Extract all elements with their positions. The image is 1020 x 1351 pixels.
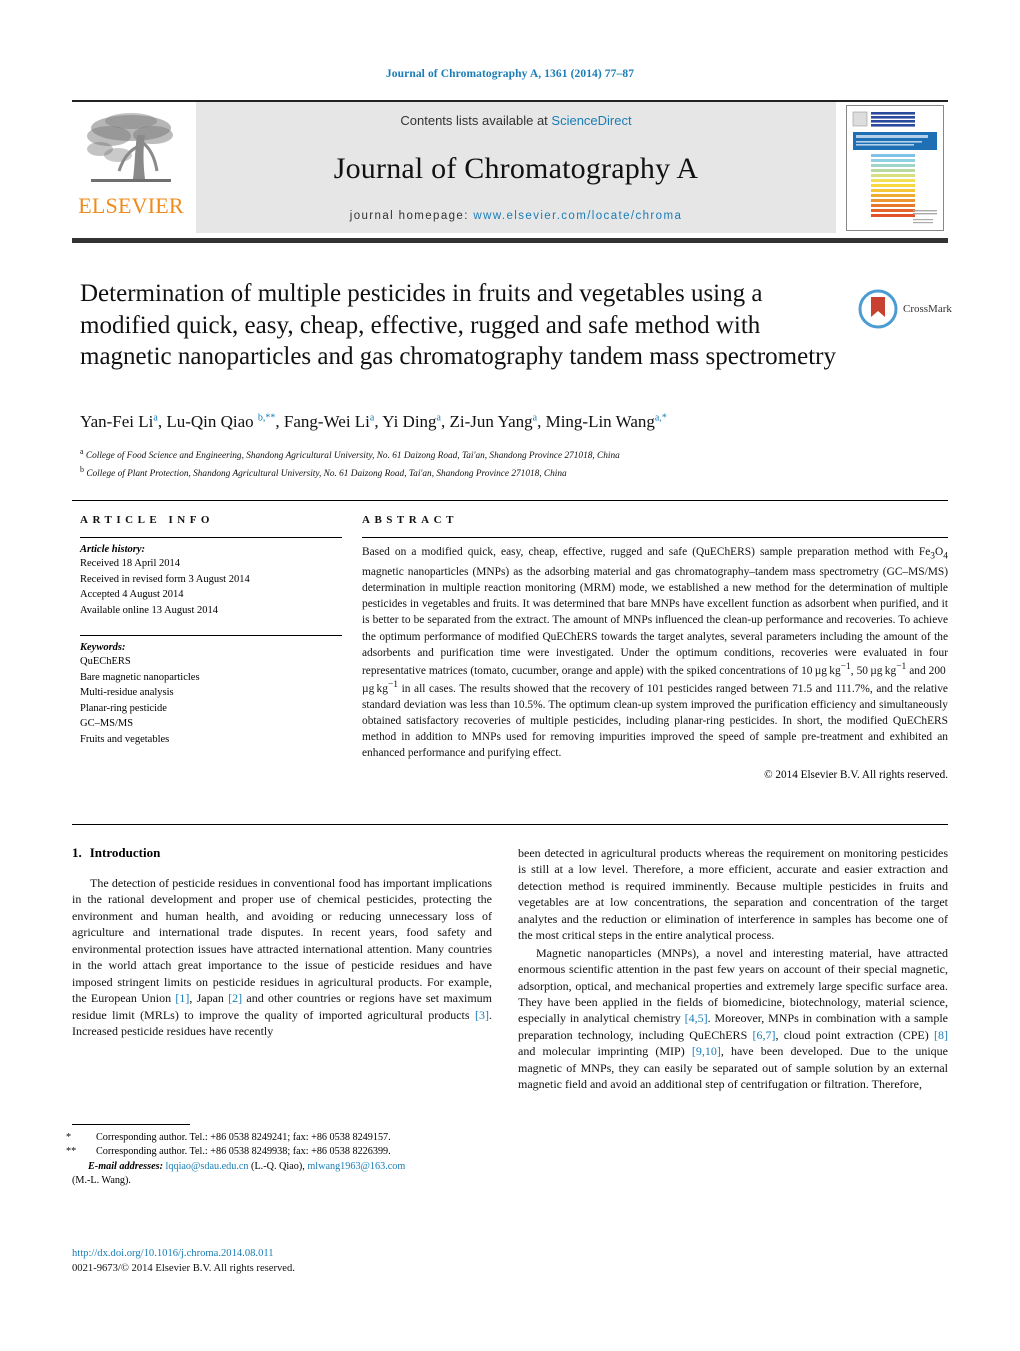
footnote-corresponding-2: ** Corresponding author. Tel.: +86 0538 8… xyxy=(66,1145,492,1159)
article-history-list: Received 18 April 2014 Received in revis… xyxy=(80,556,342,618)
paragraph: The detection of pesticide residues in c… xyxy=(72,876,493,1038)
affiliation-mark-a: a xyxy=(80,447,84,456)
history-item: Accepted 4 August 2014 xyxy=(80,589,184,601)
running-head: Journal of Chromatography A, 1361 (2014)… xyxy=(385,68,635,80)
info-top-rule xyxy=(72,500,948,501)
abstract-bottom-rule xyxy=(72,824,948,825)
issn-copyright-line: 0021-9673/© 2014 Elsevier B.V. All right… xyxy=(72,1263,295,1275)
history-item: Available online 13 August 2014 xyxy=(80,604,219,616)
affiliation-text-a: College of Food Science and Engineering,… xyxy=(85,451,620,462)
footnote-text: Corresponding author. Tel.: +86 0538 824… xyxy=(96,1146,391,1158)
section-title-text: Introduction xyxy=(89,845,161,860)
footnote-emails: E-mail addresses: lqqiao@sdau.edu.cn (L.… xyxy=(88,1160,492,1174)
email-link-2[interactable]: mlwang1963@163.com xyxy=(307,1161,405,1172)
section-number: 1. xyxy=(72,845,82,860)
affiliation-list: a College of Food Science and Engineerin… xyxy=(80,446,940,482)
abstract-section: ABSTRACT Based on a modified quick, easy… xyxy=(362,514,948,781)
paragraph: been detected in agricultural products w… xyxy=(518,846,948,943)
footnote-email-owner-2: (M.-L. Wang). xyxy=(72,1175,131,1187)
abstract-heading: ABSTRACT xyxy=(362,514,458,526)
email-owner-1: (L.-Q. Qiao), xyxy=(251,1160,305,1172)
masthead-bottom-rule xyxy=(72,238,948,243)
footnote-mark: * xyxy=(66,1132,72,1143)
history-item: Received in revised form 3 August 2014 xyxy=(80,573,250,585)
elsevier-wordmark: ELSEVIER xyxy=(78,193,184,218)
doi-link[interactable]: http://dx.doi.org/10.1016/j.chroma.2014.… xyxy=(72,1246,532,1261)
affiliation-b: b College of Plant Protection, Shandong … xyxy=(80,464,940,482)
keywords-label: Keywords: xyxy=(80,642,126,654)
history-item: Received 18 April 2014 xyxy=(80,558,181,569)
keyword-item: QuEChERS xyxy=(80,656,131,668)
crossmark-label: CrossMark xyxy=(903,303,952,315)
homepage-prefix: journal homepage: xyxy=(349,210,469,222)
abstract-divider xyxy=(362,537,948,538)
journal-cover-cell xyxy=(842,102,948,233)
abstract-body: Based on a modified quick, easy, cheap, … xyxy=(362,546,948,760)
keyword-item: Fruits and vegetables xyxy=(80,733,170,745)
article-info-divider xyxy=(80,537,342,538)
affiliation-a: a College of Food Science and Engineerin… xyxy=(80,446,940,464)
keywords-divider xyxy=(80,635,342,637)
masthead-center: Contents lists available at ScienceDirec… xyxy=(196,102,836,233)
footnote-text: Corresponding author. Tel.: +86 0538 824… xyxy=(96,1132,391,1143)
title-block: Determination of multiple pesticides in … xyxy=(80,278,840,373)
keyword-item: GC–MS/MS xyxy=(80,718,134,730)
keywords-list: QuEChERS Bare magnetic nanoparticles Mul… xyxy=(80,654,342,747)
elsevier-tree-icon xyxy=(87,113,173,182)
article-info-heading: ARTICLE INFO xyxy=(80,514,214,526)
email-label: E-mail addresses: xyxy=(88,1160,163,1172)
body-column-right: been detected in agricultural products w… xyxy=(518,845,948,1093)
keyword-item: Bare magnetic nanoparticles xyxy=(80,671,200,683)
crossmark-badge[interactable]: CrossMark xyxy=(858,287,958,331)
abstract-copyright: © 2014 Elsevier B.V. All rights reserved… xyxy=(764,768,948,781)
journal-masthead: ELSEVIER Contents lists available at Sci… xyxy=(72,100,948,233)
paragraph: Magnetic nanoparticles (MNPs), a novel a… xyxy=(518,945,948,1092)
affiliation-mark-b: b xyxy=(80,465,84,475)
homepage-url-link[interactable]: www.elsevier.com/locate/chroma xyxy=(473,210,682,222)
sciencedirect-link[interactable]: ScienceDirect xyxy=(551,113,631,128)
elsevier-logo: ELSEVIER xyxy=(72,102,190,233)
contents-list-line: Contents lists available at ScienceDirec… xyxy=(400,113,631,128)
footnote-block: * Corresponding author. Tel.: +86 0538 82… xyxy=(66,1124,492,1189)
footnote-mark: ** xyxy=(66,1146,77,1158)
paper-page: Journal of Chromatography A, 1361 (2014)… xyxy=(0,0,1020,1351)
journal-title: Journal of Chromatography A xyxy=(333,152,699,185)
article-info-section: ARTICLE INFO Article history: Received 1… xyxy=(80,514,342,747)
crossmark-icon xyxy=(858,289,898,329)
article-history-label: Article history: xyxy=(80,544,146,555)
contents-prefix: Contents lists available at xyxy=(400,113,552,128)
journal-cover-thumbnail xyxy=(846,105,944,231)
author-list: Yan-Fei Lia, Lu-Qin Qiao b,**, Fang-Wei … xyxy=(80,412,667,431)
footnote-corresponding-1: * Corresponding author. Tel.: +86 0538 82… xyxy=(66,1131,492,1145)
keyword-item: Multi-residue analysis xyxy=(80,687,174,699)
email-link-1[interactable]: lqqiao@sdau.edu.cn xyxy=(166,1161,249,1172)
footnote-rule xyxy=(72,1124,190,1125)
body-column-left: 1. Introduction The detection of pesticid… xyxy=(72,845,492,1039)
journal-homepage-line: journal homepage: www.elsevier.com/locat… xyxy=(350,210,682,222)
doi-block: http://dx.doi.org/10.1016/j.chroma.2014.… xyxy=(72,1246,532,1277)
affiliation-text-b: College of Plant Protection, Shandong Ag… xyxy=(86,469,567,480)
page-title: Determination of multiple pesticides in … xyxy=(80,280,836,370)
keyword-item: Planar-ring pesticide xyxy=(80,702,167,714)
section-heading-introduction: 1. Introduction xyxy=(72,845,492,861)
cover-art-icon xyxy=(847,106,943,230)
